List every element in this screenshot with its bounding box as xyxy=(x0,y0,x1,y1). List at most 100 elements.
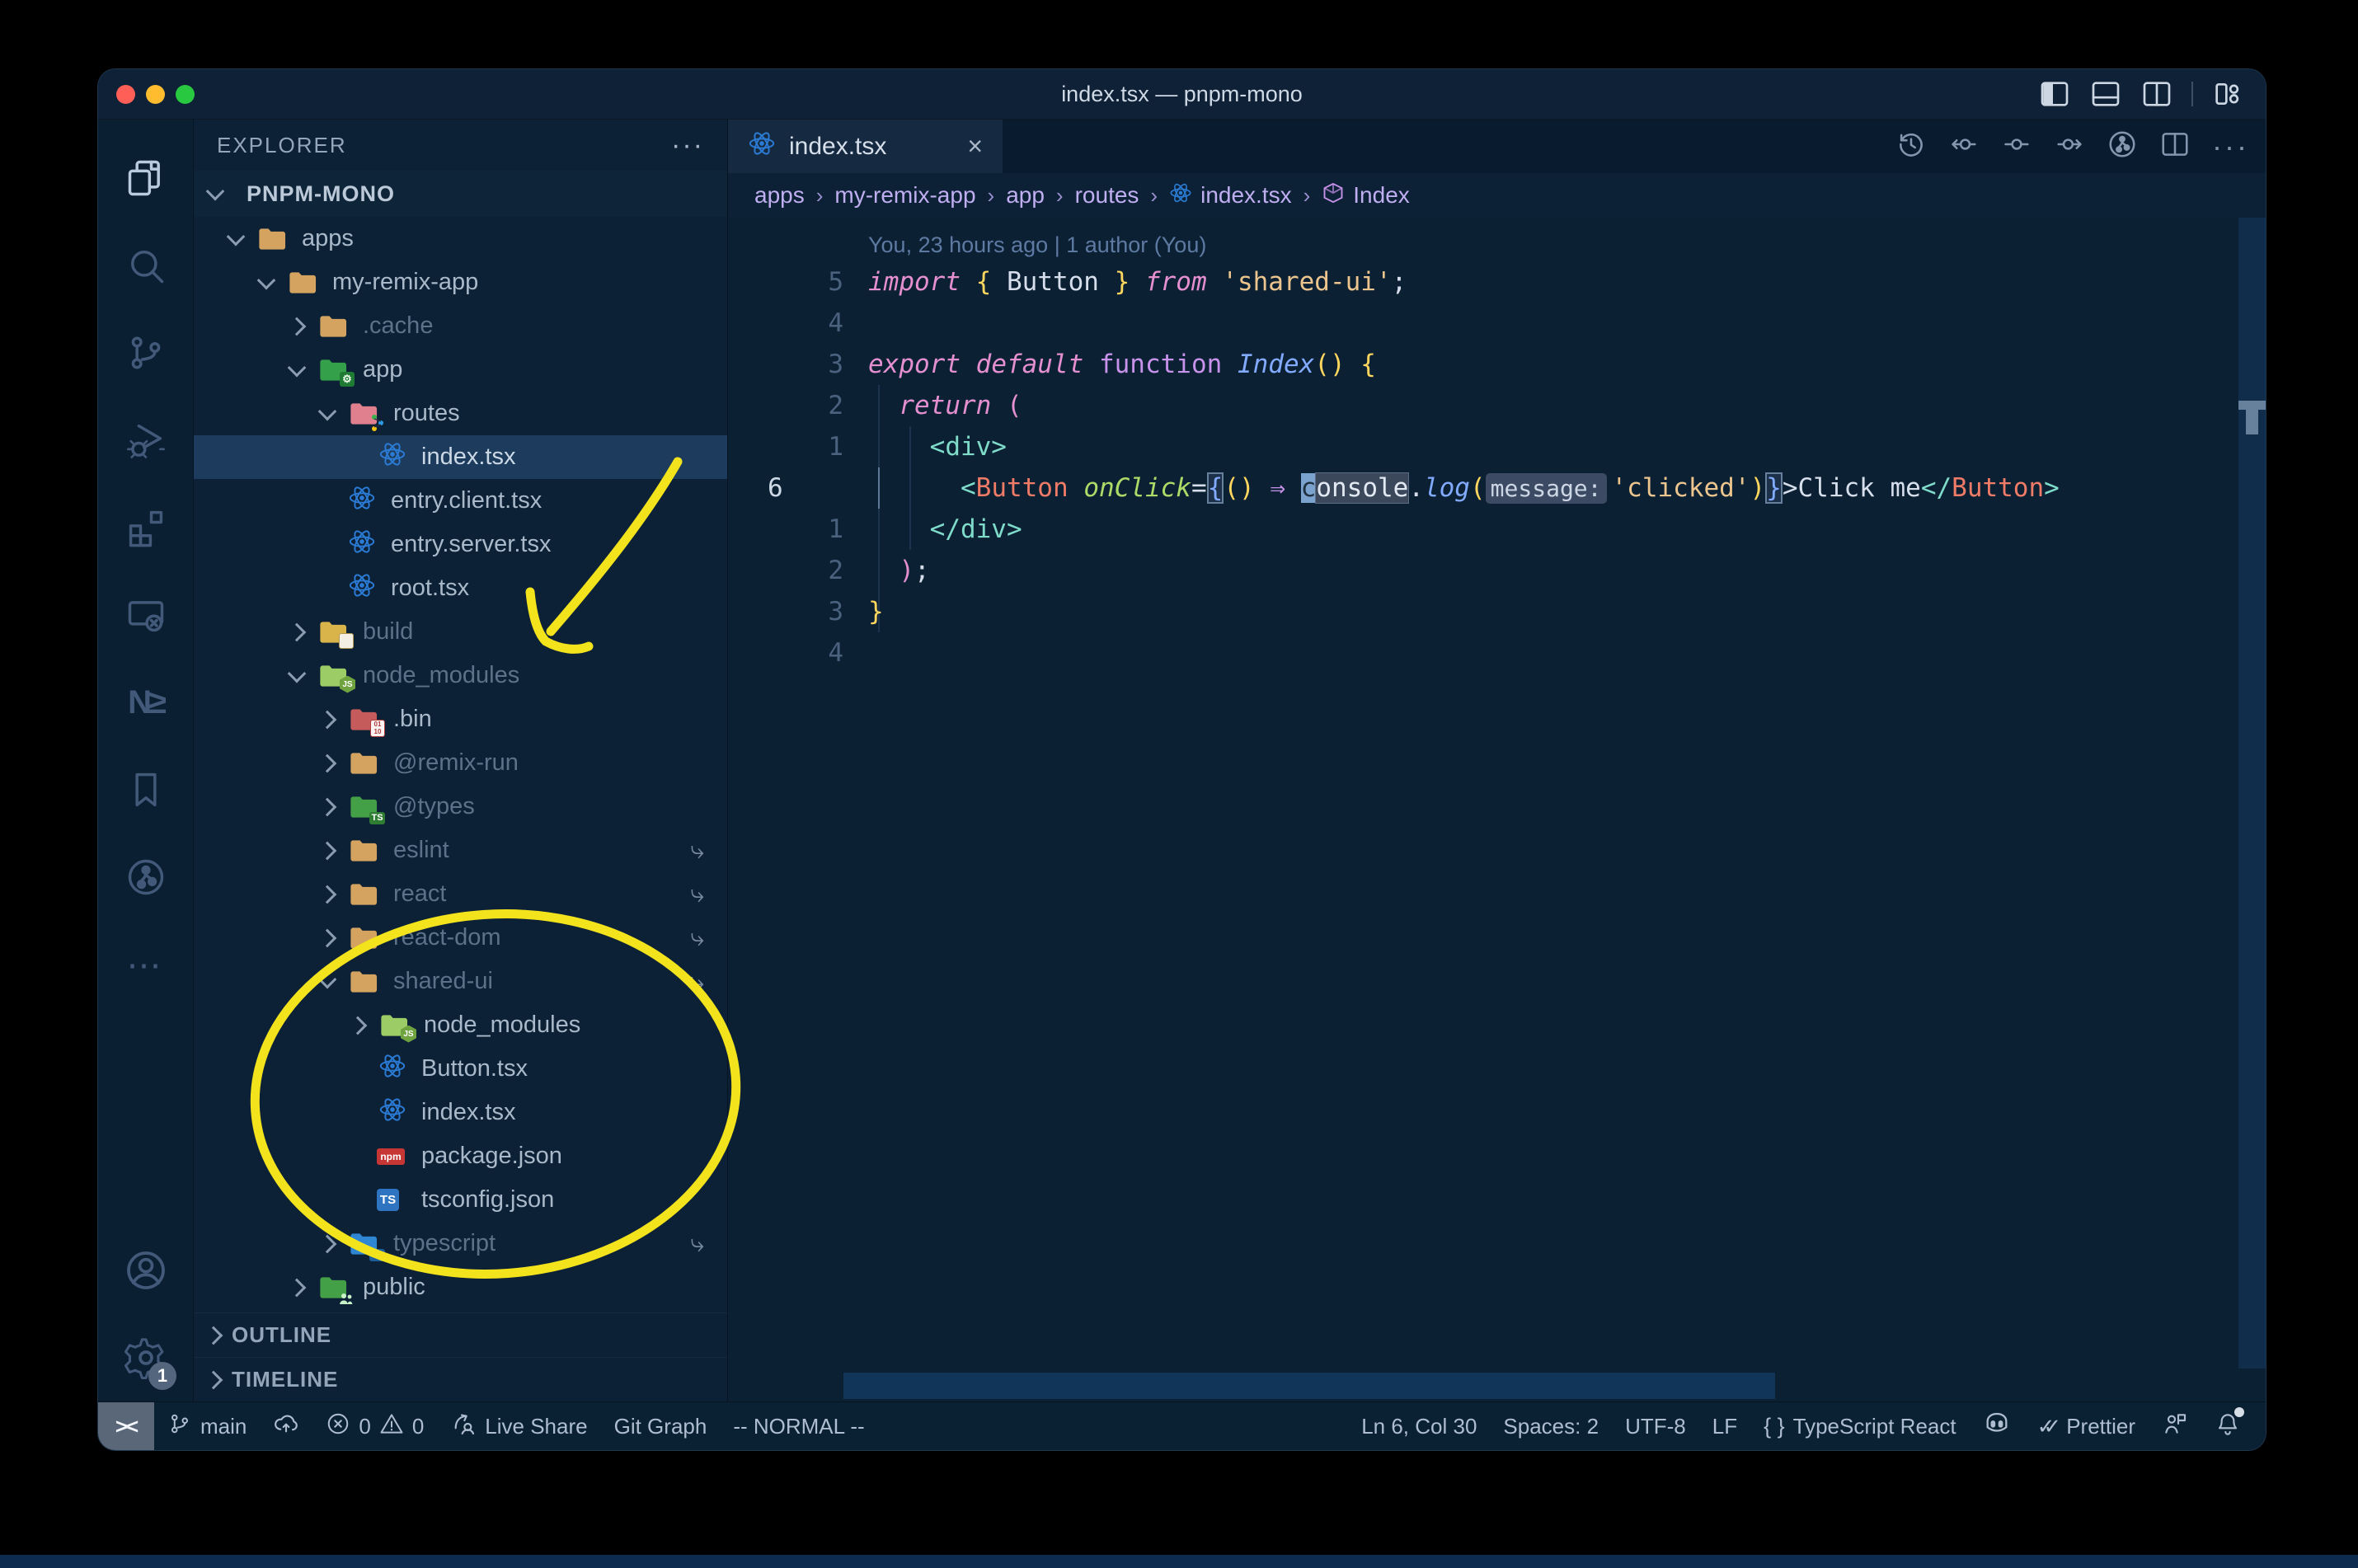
bookmarks-icon[interactable] xyxy=(98,746,193,833)
status-git-graph[interactable]: Git Graph xyxy=(601,1402,721,1450)
remote-explorer-icon[interactable] xyxy=(98,571,193,659)
breadcrumb-item-index[interactable]: Index xyxy=(1322,181,1410,210)
tree-item-build[interactable]: build xyxy=(194,610,727,654)
status-prettier[interactable]: ✓✓ Prettier xyxy=(2024,1402,2149,1450)
settings-gear-icon[interactable]: 1 xyxy=(98,1314,193,1401)
tree-item-node-modules[interactable]: JS node_modules xyxy=(194,654,727,697)
tree-item--remix-run[interactable]: @remix-run xyxy=(194,741,727,785)
tree-item-shared-ui[interactable]: shared-ui ⤷ xyxy=(194,960,727,1003)
vertical-scrollbar[interactable] xyxy=(2238,218,2266,1368)
file-tree: apps my-remix-app .cache ⚙ app routes index.t… xyxy=(194,217,727,1312)
folder-tan-icon xyxy=(349,968,382,996)
no-chevron xyxy=(321,495,331,506)
tree-item--cache[interactable]: .cache xyxy=(194,304,727,348)
tree-item-label: entry.client.tsx xyxy=(391,487,543,514)
tree-item-eslint[interactable]: eslint ⤷ xyxy=(194,829,727,872)
tree-item-label: package.json xyxy=(421,1143,562,1169)
chevron-right-icon xyxy=(287,1278,307,1297)
tree-item-public[interactable]: public xyxy=(194,1265,727,1309)
tree-item-label: Button.tsx xyxy=(421,1055,528,1082)
tree-item-react[interactable]: react ⤷ xyxy=(194,872,727,916)
tree-item--bin[interactable]: 01 10 .bin xyxy=(194,697,727,741)
tree-item-button-tsx[interactable]: Button.tsx xyxy=(194,1047,727,1091)
status-live-share[interactable]: Live Share xyxy=(437,1402,600,1450)
folder-types-icon: TS xyxy=(349,793,385,824)
code-editor[interactable]: You, 23 hours ago | 1 author (You) 5 impo… xyxy=(728,218,2266,1401)
extensions-icon[interactable] xyxy=(98,484,193,571)
tab-index-tsx[interactable]: index.tsx × xyxy=(728,120,1003,173)
status-spaces-2[interactable]: Spaces: 2 xyxy=(1490,1402,1612,1450)
tree-item-label: my-remix-app xyxy=(332,269,479,295)
split-editor-icon[interactable] xyxy=(2159,129,2191,164)
ts-file-icon: TS xyxy=(377,1186,410,1214)
tree-item-node-modules[interactable]: JS node_modules xyxy=(194,1003,727,1047)
nx-console-icon[interactable]: N≥ xyxy=(98,659,193,746)
timeline-history-icon[interactable] xyxy=(1895,129,1927,164)
run-debug-icon[interactable] xyxy=(98,397,193,484)
tree-item-tsconfig-json[interactable]: TS tsconfig.json xyxy=(194,1178,727,1222)
search-icon[interactable] xyxy=(98,222,193,309)
breadcrumb-item-app[interactable]: app xyxy=(1006,182,1045,209)
folder-build-icon xyxy=(318,618,354,649)
account-icon[interactable] xyxy=(98,1227,193,1314)
status-typescript-react[interactable]: { } TypeScript React xyxy=(1750,1402,1970,1450)
status-0[interactable]: 00 xyxy=(312,1402,437,1450)
panel-bottom-icon[interactable] xyxy=(2089,77,2122,110)
explorer-more-actions-icon[interactable]: ··· xyxy=(671,129,704,162)
breadcrumb-item-index-tsx[interactable]: index.tsx xyxy=(1169,181,1292,210)
tree-item-index-tsx[interactable]: index.tsx xyxy=(194,1091,727,1134)
layout-customize-icon[interactable] xyxy=(2211,77,2244,110)
section-timeline[interactable]: TIMELINE xyxy=(194,1357,727,1401)
status-feedback-icon[interactable] xyxy=(2149,1402,2201,1450)
code-line: 2 ); xyxy=(728,550,2233,591)
chevron-right-icon xyxy=(348,1016,368,1035)
section-outline[interactable]: OUTLINE xyxy=(194,1312,727,1357)
tree-item-entry-client-tsx[interactable]: entry.client.tsx xyxy=(194,479,727,523)
no-chevron xyxy=(351,452,362,462)
status--normal-[interactable]: -- NORMAL -- xyxy=(720,1402,877,1450)
explorer-title: EXPLORER xyxy=(217,132,347,157)
tree-item-my-remix-app[interactable]: my-remix-app xyxy=(194,261,727,304)
close-tab-icon[interactable]: × xyxy=(967,131,983,162)
horizontal-scrollbar[interactable] xyxy=(843,1373,1775,1399)
more-views-icon[interactable]: ⋯ xyxy=(98,921,193,1008)
project-root-row[interactable]: PNPM-MONO xyxy=(194,171,727,217)
status-lf[interactable]: LF xyxy=(1699,1402,1750,1450)
tree-item-index-tsx[interactable]: index.tsx xyxy=(194,435,727,479)
tree-item--types[interactable]: TS @types xyxy=(194,785,727,829)
status-utf-8[interactable]: UTF-8 xyxy=(1612,1402,1699,1450)
tree-item-typescript[interactable]: TS typescript ⤷ xyxy=(194,1222,727,1265)
status-publish-cloud-icon[interactable] xyxy=(260,1402,312,1450)
panel-left-icon[interactable] xyxy=(2038,77,2071,110)
changes-icon[interactable] xyxy=(2001,129,2032,164)
next-change-icon[interactable] xyxy=(2054,129,2085,164)
breadcrumb-item-routes[interactable]: routes xyxy=(1075,182,1139,209)
tree-item-root-tsx[interactable]: root.tsx xyxy=(194,566,727,610)
more-actions-icon[interactable]: ··· xyxy=(2212,129,2249,164)
breadcrumb-item-apps[interactable]: apps xyxy=(754,182,805,209)
tree-item-apps[interactable]: apps xyxy=(194,217,727,261)
remote-indicator[interactable]: >< xyxy=(98,1402,154,1450)
line-number: 3 xyxy=(828,350,843,379)
panel-right-icon[interactable] xyxy=(2140,77,2173,110)
status-label: TypeScript React xyxy=(1792,1413,1956,1439)
files-icon[interactable] xyxy=(98,134,193,222)
status-main[interactable]: main xyxy=(154,1402,260,1450)
chevron-right-icon xyxy=(287,317,307,336)
status-bell-icon[interactable] xyxy=(2201,1402,2254,1450)
chevron-right-icon xyxy=(317,841,337,860)
status-copilot-icon[interactable] xyxy=(1970,1402,2024,1450)
gitlens-graph-icon[interactable] xyxy=(2107,129,2138,164)
tree-item-entry-server-tsx[interactable]: entry.server.tsx xyxy=(194,523,727,566)
react-file-icon xyxy=(346,529,379,559)
tree-item-react-dom[interactable]: react-dom ⤷ xyxy=(194,916,727,960)
gitlens-icon[interactable] xyxy=(98,833,193,921)
prev-change-icon[interactable] xyxy=(1948,129,1980,164)
status-ln-6-col-30[interactable]: Ln 6, Col 30 xyxy=(1348,1402,1490,1450)
source-control-icon[interactable] xyxy=(98,309,193,397)
breadcrumb-item-my-remix-app[interactable]: my-remix-app xyxy=(834,182,975,209)
tree-item-app[interactable]: ⚙ app xyxy=(194,348,727,392)
chevron-right-icon xyxy=(317,753,337,772)
tree-item-package-json[interactable]: npm package.json xyxy=(194,1134,727,1178)
tree-item-routes[interactable]: routes xyxy=(194,392,727,435)
